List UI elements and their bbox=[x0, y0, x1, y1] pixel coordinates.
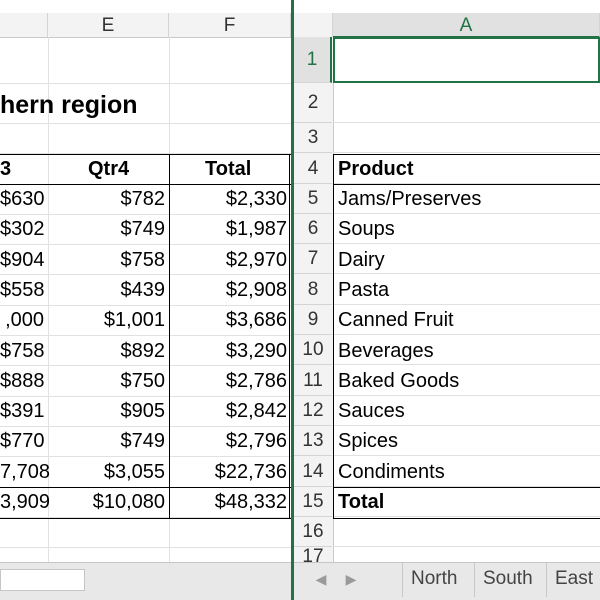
select-all-corner[interactable] bbox=[294, 13, 333, 37]
column-header-d[interactable] bbox=[0, 13, 48, 37]
cell-qtr3[interactable]: $391 bbox=[0, 396, 48, 426]
cell-qtr3[interactable]: $558 bbox=[0, 275, 48, 305]
cell-product[interactable]: Beverages bbox=[338, 336, 598, 366]
cell-qtr4[interactable]: $750 bbox=[48, 366, 169, 396]
cell-qtr4[interactable]: $10,080 bbox=[48, 487, 169, 517]
row-header-13[interactable]: 13 bbox=[294, 426, 332, 456]
cell-qtr3[interactable]: $758 bbox=[0, 336, 48, 366]
gridline bbox=[0, 547, 291, 548]
row-header-1[interactable]: 1 bbox=[294, 37, 332, 83]
table-border bbox=[333, 154, 334, 518]
gridline bbox=[0, 123, 291, 124]
cell-total[interactable]: $2,842 bbox=[169, 396, 291, 426]
cell-total[interactable]: $2,786 bbox=[169, 366, 291, 396]
cell-product[interactable]: Canned Fruit bbox=[338, 305, 598, 335]
sheet-tab-north[interactable]: North bbox=[402, 563, 474, 597]
cell-product[interactable]: Soups bbox=[338, 214, 598, 244]
scroll-right-arrow-icon[interactable]: ▶ bbox=[341, 571, 361, 588]
cell-total-label[interactable]: Total bbox=[338, 487, 598, 517]
cell-qtr4[interactable]: $749 bbox=[48, 214, 169, 244]
cell-qtr4[interactable]: $1,001 bbox=[48, 305, 169, 335]
cell-total[interactable]: $2,908 bbox=[169, 275, 291, 305]
row-header-3[interactable]: 3 bbox=[294, 123, 332, 153]
cell-qtr4[interactable]: $749 bbox=[48, 426, 169, 456]
cell-qtr3[interactable]: $770 bbox=[0, 426, 48, 456]
left-pane[interactable]: E F hern region 3 Qtr4 Total $630 $782 $2,… bbox=[0, 0, 291, 600]
header-product[interactable]: Product bbox=[338, 154, 598, 184]
column-header-row-right: A bbox=[294, 13, 600, 38]
cell-total[interactable]: $48,332 bbox=[169, 487, 291, 517]
scroll-left-arrow-icon[interactable]: ◀ bbox=[311, 571, 331, 588]
cell-total[interactable]: $2,970 bbox=[169, 245, 291, 275]
table-border bbox=[333, 518, 600, 519]
header-qtr3[interactable]: 3 bbox=[0, 154, 48, 184]
sheet-tab-east[interactable]: East bbox=[546, 563, 600, 597]
right-pane[interactable]: A 1 2 3 4 5 6 7 8 9 10 11 12 13 14 15 16 17 Product Jams/P… bbox=[294, 0, 600, 600]
cell-total[interactable]: $2,330 bbox=[169, 184, 291, 214]
row-header-15[interactable]: 15 bbox=[294, 487, 332, 517]
cell-qtr4[interactable]: $439 bbox=[48, 275, 169, 305]
cell-total[interactable]: $1,987 bbox=[169, 214, 291, 244]
header-total[interactable]: Total bbox=[205, 154, 285, 184]
sheet-tab-bar: ◀ ▶ North South East bbox=[294, 562, 600, 600]
cell-qtr4[interactable]: $905 bbox=[48, 396, 169, 426]
cell-product[interactable]: Spices bbox=[338, 426, 598, 456]
row-header-2[interactable]: 2 bbox=[294, 83, 332, 123]
cell-product[interactable]: Condiments bbox=[338, 457, 598, 487]
column-header-f[interactable]: F bbox=[169, 13, 291, 37]
column-header-row: E F bbox=[0, 13, 291, 38]
cell-product[interactable]: Jams/Preserves bbox=[338, 184, 598, 214]
active-cell-a1[interactable] bbox=[333, 37, 600, 83]
row-header-7[interactable]: 7 bbox=[294, 244, 332, 274]
cell-qtr3[interactable]: ,000 bbox=[0, 305, 48, 335]
row-header-16[interactable]: 16 bbox=[294, 517, 332, 547]
cell-qtr3[interactable]: $630 bbox=[0, 184, 48, 214]
row-header-6[interactable]: 6 bbox=[294, 214, 332, 244]
row-header-14[interactable]: 14 bbox=[294, 456, 332, 487]
sheet-tab-south[interactable]: South bbox=[474, 563, 546, 597]
row-header-4[interactable]: 4 bbox=[294, 153, 332, 184]
cell-total[interactable]: $3,290 bbox=[169, 336, 291, 366]
row-header-5[interactable]: 5 bbox=[294, 184, 332, 214]
cell-qtr4[interactable]: $892 bbox=[48, 336, 169, 366]
cell-qtr3[interactable]: $904 bbox=[0, 245, 48, 275]
cell-total[interactable]: $3,686 bbox=[169, 305, 291, 335]
gridline bbox=[333, 152, 600, 153]
left-sheet-bar bbox=[0, 562, 291, 600]
cell-qtr3[interactable]: 3,909 bbox=[0, 487, 50, 517]
column-header-e[interactable]: E bbox=[48, 13, 169, 37]
cell-qtr3[interactable]: 7,708 bbox=[0, 457, 50, 487]
row-header-12[interactable]: 12 bbox=[294, 396, 332, 426]
gridline bbox=[333, 546, 600, 547]
cell-qtr3[interactable]: $888 bbox=[0, 366, 48, 396]
cell-qtr3[interactable]: $302 bbox=[0, 214, 48, 244]
row-header-8[interactable]: 8 bbox=[294, 274, 332, 305]
report-title: hern region bbox=[0, 91, 138, 119]
cell-product[interactable]: Sauces bbox=[338, 396, 598, 426]
table-border bbox=[0, 518, 291, 519]
cell-qtr4[interactable]: $758 bbox=[48, 245, 169, 275]
horizontal-scrollbar[interactable] bbox=[0, 569, 85, 591]
row-header-11[interactable]: 11 bbox=[294, 365, 332, 396]
cell-qtr4[interactable]: $782 bbox=[48, 184, 169, 214]
cell-total[interactable]: $2,796 bbox=[169, 426, 291, 456]
gridline bbox=[0, 83, 291, 84]
cell-product[interactable]: Dairy bbox=[338, 245, 598, 275]
header-qtr4[interactable]: Qtr4 bbox=[88, 154, 168, 184]
row-header-9[interactable]: 9 bbox=[294, 305, 332, 335]
row-header-10[interactable]: 10 bbox=[294, 335, 332, 365]
cell-product[interactable]: Pasta bbox=[338, 275, 598, 305]
gridline bbox=[333, 122, 600, 123]
cell-total[interactable]: $22,736 bbox=[169, 457, 291, 487]
cell-product[interactable]: Baked Goods bbox=[338, 366, 598, 396]
column-header-a[interactable]: A bbox=[333, 13, 600, 38]
cell-qtr4[interactable]: $3,055 bbox=[48, 457, 169, 487]
